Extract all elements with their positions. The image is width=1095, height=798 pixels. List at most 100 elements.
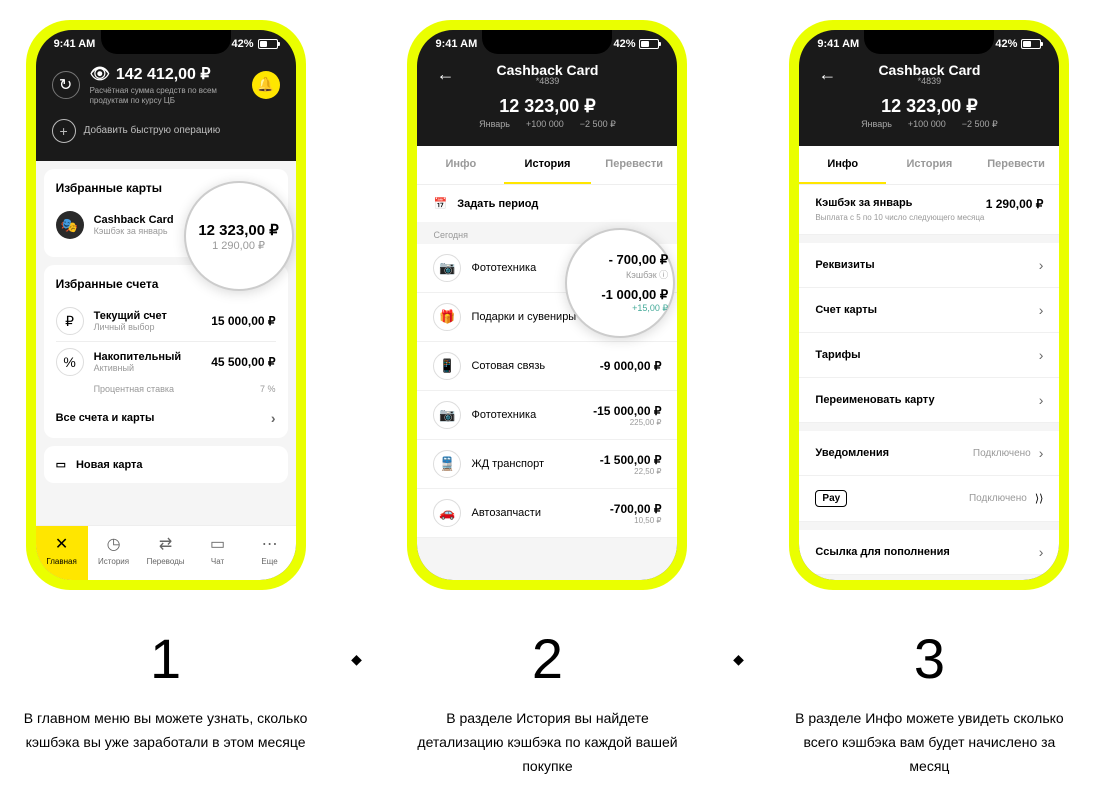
step-3-text: В разделе Инфо можете увидеть сколько вс… <box>784 707 1075 778</box>
current-account-row[interactable]: ₽ Текущий счет Личный выбор 15 000,00 ₽ <box>56 301 276 341</box>
tx-rail[interactable]: 🚆ЖД транспорт-1 500,00 ₽22,50 ₽ <box>417 440 677 489</box>
screen-3: 9:41 AM 42% ← Cashback Card *4839 12 323… <box>799 30 1059 580</box>
chevron-right-icon: › <box>1039 445 1044 461</box>
notifications-row[interactable]: УведомленияПодключено› <box>799 431 1059 476</box>
home-header: ↻ 👁 142 412,00 ₽ Расчётная сумма средств … <box>36 54 296 161</box>
tutorial-container: 9:41 AM 42% ↻ 👁 142 412,00 ₽ Расчётная су… <box>20 20 1075 778</box>
balance-income: +100 000 <box>908 119 946 130</box>
battery-percent: 42% <box>613 38 635 50</box>
hl-tx1-sub: +15,00 ₽ <box>573 303 668 314</box>
hl-tx0-amt: - 700,00 ₽ <box>573 252 668 268</box>
tab-transfer[interactable]: Перевести <box>973 146 1060 184</box>
tab-history[interactable]: История <box>504 146 591 184</box>
nav-chat[interactable]: ▭ Чат <box>192 526 244 580</box>
card-header: ← Cashback Card *4839 12 323,00 ₽ Январь… <box>799 54 1059 146</box>
phone-icon: 📱 <box>433 352 461 380</box>
back-button[interactable]: ← <box>815 64 839 85</box>
topup-link-row[interactable]: Ссылка для пополнения› <box>799 530 1059 575</box>
battery-percent: 42% <box>232 38 254 50</box>
notifications-label: Уведомления <box>815 447 889 459</box>
separator-diamond: ◆ <box>733 651 744 668</box>
step-2-column: 9:41 AM 42% ← Cashback Card *4839 12 323… <box>402 20 693 778</box>
tab-transfer[interactable]: Перевести <box>591 146 678 184</box>
battery-icon <box>258 39 278 49</box>
tariffs-row[interactable]: Тарифы› <box>799 333 1059 378</box>
clock-icon: ◷ <box>107 534 121 554</box>
nav-transfers-label: Переводы <box>147 557 185 566</box>
step-3-column: 9:41 AM 42% ← Cashback Card *4839 12 323… <box>784 20 1075 778</box>
notifications-button[interactable]: 🔔 <box>252 71 280 99</box>
balance-subtitle: Расчётная сумма средств по всем продукта… <box>90 86 242 105</box>
requisites-label: Реквизиты <box>815 259 874 271</box>
tx-sub: 225,00 ₽ <box>593 418 661 427</box>
apple-pay-row[interactable]: PayПодключено⟩⟩ <box>799 476 1059 522</box>
nav-more-label: Еще <box>261 557 277 566</box>
tx-photo-2[interactable]: 📷Фототехника-15 000,00 ₽225,00 ₽ <box>417 391 677 440</box>
rename-row[interactable]: Переименовать карту› <box>799 378 1059 423</box>
apple-pay-value: Подключено <box>969 493 1027 504</box>
back-button[interactable]: ← <box>433 64 457 85</box>
chevron-right-icon: › <box>1039 392 1044 408</box>
status-time: 9:41 AM <box>817 38 859 50</box>
highlight-amount: 12 323,00 ₽ <box>198 221 278 239</box>
notch <box>482 30 612 54</box>
acc2-amount: 45 500,00 ₽ <box>211 355 275 369</box>
set-period-button[interactable]: 📅 Задать период <box>417 185 677 222</box>
total-balance: 142 412,00 ₽ <box>116 64 211 84</box>
nav-history[interactable]: ◷История <box>88 526 140 580</box>
step-1-column: 9:41 AM 42% ↻ 👁 142 412,00 ₽ Расчётная су… <box>20 20 311 778</box>
new-card-label: Новая карта <box>76 459 143 471</box>
card-account-row[interactable]: Счет карты› <box>799 288 1059 333</box>
tx-sub: 22,50 ₽ <box>600 467 662 476</box>
status-time: 9:41 AM <box>435 38 477 50</box>
cashback-summary[interactable]: Кэшбэк за январь 1 290,00 ₽ Выплата с 5 … <box>799 185 1059 235</box>
battery-percent: 42% <box>995 38 1017 50</box>
plus-icon: + <box>52 119 76 143</box>
tx-auto[interactable]: 🚗Автозапчасти-700,00 ₽10,50 ₽ <box>417 489 677 538</box>
requisites-row[interactable]: Реквизиты › <box>799 243 1059 288</box>
step-3-number: 3 <box>914 626 945 691</box>
step-1-text: В главном меню вы можете узнать, сколько… <box>20 707 311 755</box>
all-link-label: Все счета и карты <box>56 412 155 424</box>
bottom-nav: ✕Главная ◷История ⇄Переводы ▭ Чат ⋯Еще <box>36 525 296 580</box>
nav-home-label: Главная <box>46 557 76 566</box>
acc2-sub: Активный <box>94 363 202 373</box>
acc1-sub: Личный выбор <box>94 322 202 332</box>
new-card-button[interactable]: ▭ Новая карта <box>44 446 288 483</box>
refresh-icon[interactable]: ↻ <box>52 71 80 99</box>
rate-label: Процентная ставка <box>94 384 174 394</box>
eye-off-icon[interactable]: 👁 <box>90 64 110 84</box>
tab-history[interactable]: История <box>886 146 973 184</box>
tx-name: Сотовая связь <box>471 360 589 372</box>
tx-mobile[interactable]: 📱 Сотовая связь -9 000,00 ₽ <box>417 342 677 391</box>
tab-info[interactable]: Инфо <box>417 146 504 184</box>
tab-info[interactable]: Инфо <box>799 146 886 184</box>
tariffs-label: Тарифы <box>815 349 860 361</box>
contactless-icon: ⟩⟩ <box>1035 492 1044 505</box>
add-quick-operation[interactable]: + Добавить быструю операцию <box>52 119 280 143</box>
all-accounts-link[interactable]: Все счета и карты › <box>56 400 276 426</box>
nav-chat-label: Чат <box>211 557 224 566</box>
nav-more[interactable]: ⋯Еще <box>244 526 296 580</box>
step-2-text: В разделе История вы найдете детализацию… <box>402 707 693 778</box>
tabs: Инфо История Перевести <box>417 146 677 185</box>
battery-icon <box>1021 39 1041 49</box>
cashback-amount: 1 290,00 ₽ <box>986 197 1044 211</box>
chat-icon: ▭ <box>210 534 225 554</box>
card-account-label: Счет карты <box>815 304 877 316</box>
ruble-icon: ₽ <box>56 307 84 335</box>
acc1-name: Текущий счет <box>94 310 202 322</box>
period-label: Задать период <box>457 198 538 210</box>
hl-tx1-amt: -1 000,00 ₽ <box>573 287 668 303</box>
nav-home[interactable]: ✕Главная <box>36 526 88 580</box>
home-content: Избранные карты 🎭 Cashback Card Кэшбэк з… <box>36 161 296 525</box>
status-time: 9:41 AM <box>54 38 96 50</box>
card-balance: 12 323,00 ₽ <box>815 96 1043 117</box>
tx-amount: -9 000,00 ₽ <box>600 359 662 373</box>
savings-account-row[interactable]: % Накопительный Активный 45 500,00 ₽ <box>56 341 276 382</box>
nav-transfers[interactable]: ⇄Переводы <box>140 526 192 580</box>
notch <box>864 30 994 54</box>
tabs: Инфо История Перевести <box>799 146 1059 185</box>
chevron-right-icon: › <box>1039 544 1044 560</box>
chevron-right-icon: › <box>1039 257 1044 273</box>
